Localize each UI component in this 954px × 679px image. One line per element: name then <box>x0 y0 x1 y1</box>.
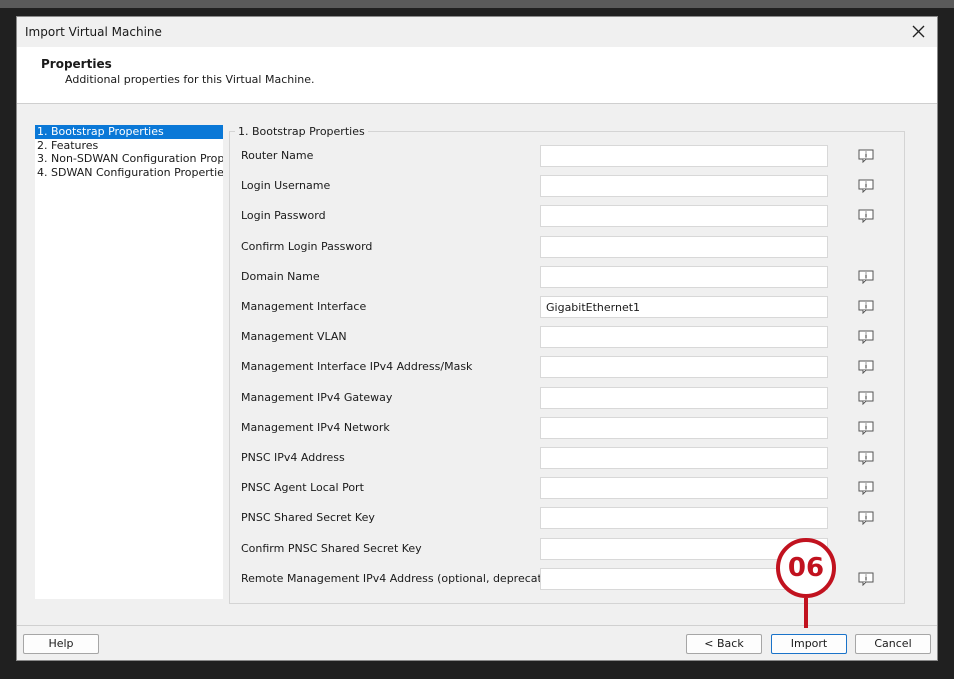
property-label: Management Interface IPv4 Address/Mask <box>241 360 473 373</box>
property-input[interactable] <box>540 236 828 258</box>
close-icon <box>912 25 925 38</box>
property-label: Confirm PNSC Shared Secret Key <box>241 542 422 555</box>
help-button[interactable]: Help <box>23 634 99 654</box>
property-row: Domain Name <box>241 266 901 290</box>
header-subtitle: Additional properties for this Virtual M… <box>65 73 315 86</box>
info-icon[interactable] <box>858 330 874 345</box>
property-row: Router Name <box>241 145 901 169</box>
property-row: Login Password <box>241 205 901 229</box>
annotation-pointer <box>804 598 808 628</box>
property-row: Login Username <box>241 175 901 199</box>
property-input[interactable] <box>540 326 828 348</box>
property-label: Management VLAN <box>241 330 347 343</box>
property-row: Management VLAN <box>241 326 901 350</box>
title-bar: Import Virtual Machine <box>17 17 937 47</box>
property-input[interactable] <box>540 477 828 499</box>
property-label: PNSC IPv4 Address <box>241 451 345 464</box>
property-label: Confirm Login Password <box>241 240 373 253</box>
property-input[interactable] <box>540 356 828 378</box>
property-input[interactable] <box>540 296 828 318</box>
property-input[interactable] <box>540 205 828 227</box>
step-item-3[interactable]: 3. Non-SDWAN Configuration Properties <box>35 152 223 166</box>
property-row: PNSC Shared Secret Key <box>241 507 901 531</box>
info-icon[interactable] <box>858 421 874 436</box>
property-input[interactable] <box>540 417 828 439</box>
background-strip <box>0 0 954 8</box>
property-row: Management IPv4 Network <box>241 417 901 441</box>
info-icon[interactable] <box>858 209 874 224</box>
property-row: Management Interface IPv4 Address/Mask <box>241 356 901 380</box>
info-icon[interactable] <box>858 270 874 285</box>
cancel-button[interactable]: Cancel <box>855 634 931 654</box>
info-icon[interactable] <box>858 451 874 466</box>
property-input[interactable] <box>540 266 828 288</box>
info-icon[interactable] <box>858 360 874 375</box>
import-button[interactable]: Import <box>771 634 847 654</box>
property-label: Router Name <box>241 149 314 162</box>
info-icon[interactable] <box>858 481 874 496</box>
property-label: Management Interface <box>241 300 367 313</box>
group-legend: 1. Bootstrap Properties <box>235 125 368 138</box>
property-label: Remote Management IPv4 Address (optional… <box>241 572 560 585</box>
property-row: Confirm Login Password <box>241 236 901 260</box>
step-item-2[interactable]: 2. Features <box>35 139 223 153</box>
info-icon[interactable] <box>858 179 874 194</box>
property-label: Domain Name <box>241 270 320 283</box>
footer-separator <box>17 625 937 626</box>
property-label: PNSC Shared Secret Key <box>241 511 375 524</box>
wizard-header: Properties Additional properties for thi… <box>17 47 937 104</box>
property-row: Management Interface <box>241 296 901 320</box>
info-icon[interactable] <box>858 511 874 526</box>
info-icon[interactable] <box>858 391 874 406</box>
close-button[interactable] <box>907 20 931 44</box>
property-row: Management IPv4 Gateway <box>241 387 901 411</box>
window-title: Import Virtual Machine <box>25 25 162 39</box>
property-row: PNSC Agent Local Port <box>241 477 901 501</box>
property-label: Management IPv4 Network <box>241 421 390 434</box>
property-input[interactable] <box>540 175 828 197</box>
property-label: Management IPv4 Gateway <box>241 391 393 404</box>
property-label: Login Password <box>241 209 326 222</box>
header-title: Properties <box>41 57 112 71</box>
annotation-marker: 06 <box>776 538 836 598</box>
step-list: 1. Bootstrap Properties 2. Features 3. Non… <box>35 125 223 599</box>
step-item-4[interactable]: 4. SDWAN Configuration Properties <box>35 166 223 180</box>
property-row: PNSC IPv4 Address <box>241 447 901 471</box>
property-input[interactable] <box>540 145 828 167</box>
back-button[interactable]: < Back <box>686 634 762 654</box>
property-input[interactable] <box>540 447 828 469</box>
property-label: Login Username <box>241 179 331 192</box>
info-icon[interactable] <box>858 572 874 587</box>
property-label: PNSC Agent Local Port <box>241 481 364 494</box>
annotation-number: 06 <box>787 553 825 583</box>
step-item-1[interactable]: 1. Bootstrap Properties <box>35 125 223 139</box>
info-icon[interactable] <box>858 149 874 164</box>
info-icon[interactable] <box>858 300 874 315</box>
property-input[interactable] <box>540 387 828 409</box>
property-input[interactable] <box>540 507 828 529</box>
